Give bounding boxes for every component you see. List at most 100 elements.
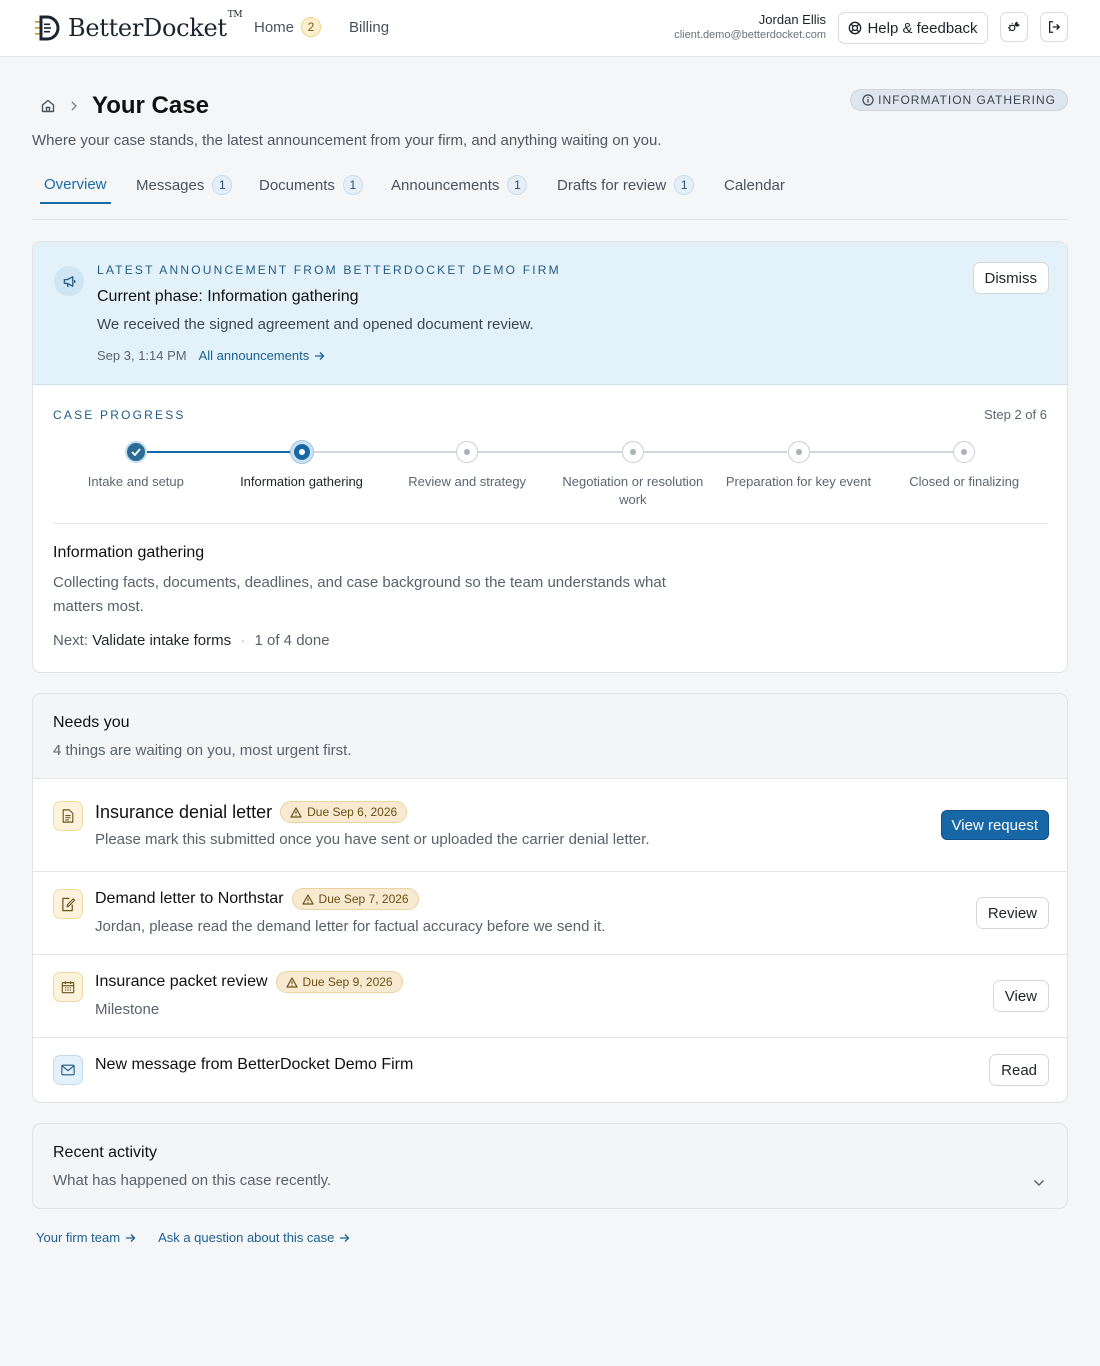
user-name: Jordan Ellis [758,12,826,27]
due-date-text: Due Sep 6, 2026 [307,805,398,819]
sign-out-button[interactable] [1040,12,1068,42]
chevron-down-icon[interactable] [1033,1179,1045,1187]
needs-you-item: Demand letter to Northstar Due Sep 7, 20… [33,872,1067,955]
case-overview-card: LATEST ANNOUNCEMENT FROM BETTERDOCKET DE… [32,241,1068,673]
case-progress-stepper: Intake and setup Information gathering Rev… [53,438,1047,528]
footer-links: Your firm team Ask a question about this… [36,1230,350,1245]
theme-toggle-button[interactable] [1000,12,1028,42]
top-bar: BetterDocketTM Home 2 Billing Jordan Ell… [0,0,1100,57]
user-info: Jordan Ellis client.demo@betterdocket.co… [674,12,826,41]
next-task-label: Next: [53,632,89,649]
read-button[interactable]: Read [989,1054,1049,1086]
step-pending-dot [621,441,644,463]
needs-you-item: Insurance packet review Due Sep 9, 2026 … [33,955,1067,1038]
view-request-button[interactable]: View request [940,810,1049,840]
ask-question-link[interactable]: Ask a question about this case [158,1230,350,1245]
needs-you-item-title: Demand letter to Northstar Due Sep 7, 20… [95,888,419,910]
progress-eyebrow: CASE PROGRESS [53,408,186,422]
tab-overview-label: Overview [44,175,107,193]
item-title-text: Insurance denial letter [95,801,273,822]
sun-moon-icon [1008,21,1020,32]
mail-icon [53,1055,83,1085]
mail-glyph [61,1064,75,1076]
current-phase-description: Collecting facts, documents, deadlines, … [53,574,666,615]
needs-you-item-title: Insurance denial letter Due Sep 6, 2026 [95,801,408,823]
needs-you-header: Needs you 4 things are waiting on you, m… [33,694,1067,779]
dismiss-button[interactable]: Dismiss [972,262,1049,294]
announcement-eyebrow: LATEST ANNOUNCEMENT FROM BETTERDOCKET DE… [97,263,561,277]
recent-activity-card[interactable]: Recent activity What has happened on thi… [32,1123,1068,1209]
tab-drafts-label: Drafts for review [557,176,667,194]
announcement-banner: LATEST ANNOUNCEMENT FROM BETTERDOCKET DE… [33,242,1067,385]
item-title-text: Demand letter to Northstar [95,890,284,907]
all-announcements-link[interactable]: All announcements [199,348,326,363]
nav-home-label: Home [254,18,295,36]
arrow-right-icon [126,1233,136,1242]
step-current-dot [290,441,313,463]
case-tabs: Overview Messages 1 Documents 1 Announce… [32,166,1068,220]
page-title: Your Case [92,92,209,119]
tab-overview[interactable]: Overview [40,166,111,204]
step-pending-dot [456,441,479,463]
progress-step-count: Step 2 of 6 [984,407,1047,422]
warning-icon [301,893,314,905]
announcement-body: We received the signed agreement and ope… [97,316,534,333]
help-feedback-label: Help & feedback [867,19,978,37]
progress-connector [478,451,622,453]
announcement-date: Sep 3, 1:14 PM [97,348,187,363]
next-task-separator: · [240,632,246,649]
due-date-badge: Due Sep 9, 2026 [275,971,403,993]
step-pending-dot [787,441,810,463]
announcement-title: Current phase: Information gathering [97,288,359,305]
firm-team-label: Your firm team [36,1230,121,1245]
step-complete-checkmark-icon [124,441,147,463]
needs-you-subtitle: 4 things are waiting on you, most urgent… [53,742,352,759]
due-date-text: Due Sep 9, 2026 [302,975,393,989]
step-label: Closed or finalizing [909,474,1020,489]
review-button[interactable]: Review [975,897,1049,929]
warning-icon [290,806,302,818]
needs-you-card: Needs you 4 things are waiting on you, m… [32,693,1068,1103]
document-glyph [62,809,74,823]
tab-calendar[interactable]: Calendar [724,166,785,204]
tab-documents[interactable]: Documents 1 [259,166,363,204]
needs-you-title: Needs you [53,714,130,731]
nav-home-badge: 2 [301,17,322,37]
sign-out-icon [1048,21,1061,33]
brand-logo[interactable]: BetterDocketTM [32,10,243,42]
nav-billing-label: Billing [349,18,390,36]
docket-logo-icon [35,15,60,41]
breadcrumb: Your Case [40,92,209,120]
step-label: Negotiation or resolution work [562,474,704,507]
help-feedback-button[interactable]: Help & feedback [838,12,988,44]
item-title-text: New message from BetterDocket Demo Firm [95,1056,414,1073]
due-date-text: Due Sep 7, 2026 [318,892,409,906]
next-task-name: Validate intake forms [92,632,232,649]
step-pending-dot [953,441,976,463]
tab-calendar-label: Calendar [724,176,785,194]
step-label: Preparation for key event [725,474,872,489]
progress-connector [643,451,788,453]
progress-connector [809,451,954,453]
home-icon[interactable] [40,98,56,114]
view-button[interactable]: View [992,980,1049,1012]
tab-messages[interactable]: Messages 1 [136,166,233,204]
edit-document-icon [53,889,83,919]
tab-announcements[interactable]: Announcements 1 [391,166,528,204]
warning-icon [285,976,298,988]
nav-home[interactable]: Home 2 [254,17,322,37]
tab-announcements-count: 1 [507,175,528,195]
firm-team-link[interactable]: Your firm team [36,1230,136,1245]
needs-you-item-title: Insurance packet review Due Sep 9, 2026 [95,971,403,993]
phase-status-label: INFORMATION GATHERING [878,93,1056,107]
arrow-right-icon [315,351,325,360]
nav-billing[interactable]: Billing [349,17,389,37]
tab-drafts-for-review[interactable]: Drafts for review 1 [557,166,695,204]
needs-you-item: New message from BetterDocket Demo Firm … [33,1038,1067,1102]
item-title-text: Insurance packet review [95,973,268,990]
progress-connector [312,451,457,453]
announcement-meta: Sep 3, 1:14 PM All announcements [97,348,325,363]
step-label: Review and strategy [408,474,527,489]
needs-you-item-description: Please mark this submitted once you have… [95,831,650,848]
due-date-badge: Due Sep 7, 2026 [291,888,419,910]
